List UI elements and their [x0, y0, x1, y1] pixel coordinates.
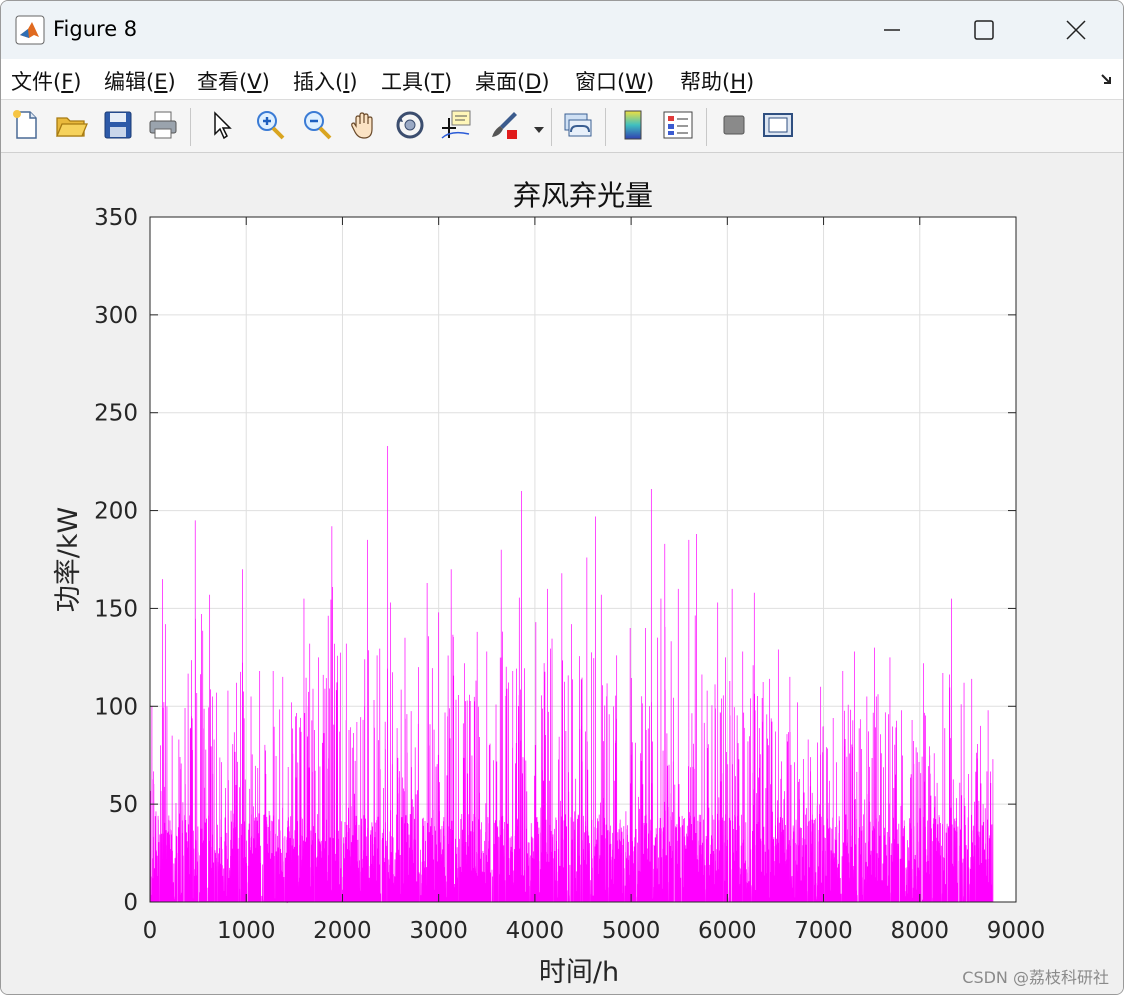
zoom-out-icon[interactable]	[300, 108, 334, 142]
minimize-button[interactable]	[845, 1, 939, 59]
x-tick-label: 6000	[698, 918, 757, 944]
print-icon[interactable]	[146, 108, 180, 142]
legend-icon[interactable]	[661, 108, 695, 142]
link-plot-icon[interactable]	[561, 108, 595, 142]
y-tick-label: 0	[123, 890, 138, 916]
menu-insert[interactable]: 插入(I)	[293, 66, 358, 96]
minimize-icon	[884, 29, 900, 31]
y-tick-label: 250	[94, 401, 138, 427]
x-tick-label: 7000	[794, 918, 853, 944]
y-axis-label: 功率/kW	[53, 507, 84, 612]
x-tick-label: 9000	[987, 918, 1046, 944]
x-tick-label: 8000	[891, 918, 950, 944]
menu-desktop[interactable]: 桌面(D)	[475, 66, 550, 96]
y-tick-label: 350	[94, 205, 138, 231]
x-tick-label: 4000	[506, 918, 565, 944]
figure-window: Figure 8 文件(F) 编辑(E) 查看(V) 插入(I) 工具(T) 桌…	[0, 0, 1124, 995]
maximize-icon	[974, 20, 994, 40]
menu-bar: 文件(F) 编辑(E) 查看(V) 插入(I) 工具(T) 桌面(D) 窗口(W…	[1, 59, 1123, 100]
figure-toolbar	[1, 100, 1123, 153]
matlab-logo-icon	[15, 15, 45, 45]
data-cursor-icon[interactable]	[439, 108, 473, 142]
menu-tools[interactable]: 工具(T)	[381, 66, 452, 96]
title-bar: Figure 8	[1, 1, 1123, 59]
zoom-in-icon[interactable]	[253, 108, 287, 142]
pan-icon[interactable]	[347, 108, 381, 142]
y-tick-label: 300	[94, 303, 138, 329]
toolbar-separator	[706, 108, 707, 146]
y-tick-label: 150	[94, 596, 138, 622]
new-figure-icon[interactable]	[9, 108, 43, 142]
open-file-icon[interactable]	[54, 108, 88, 142]
menu-file[interactable]: 文件(F)	[11, 66, 82, 96]
figure-canvas: 0 1000 2000 3000 4000 5000 6000 7000 8000 9000 0 50…	[1, 153, 1123, 994]
save-icon[interactable]	[101, 108, 135, 142]
chart-svg[interactable]: 0 1000 2000 3000 4000 5000 6000 7000 8000 9000 0 50…	[1, 153, 1123, 994]
close-button[interactable]	[1029, 1, 1123, 59]
toolbar-separator	[551, 108, 552, 146]
menu-help[interactable]: 帮助(H)	[680, 66, 754, 96]
toolbar-separator	[190, 108, 191, 146]
brush-icon[interactable]	[487, 108, 521, 142]
x-axis-label: 时间/h	[539, 957, 619, 988]
x-tick-label: 0	[143, 918, 158, 944]
x-tick-label: 3000	[409, 918, 468, 944]
dock-arrow-icon[interactable]	[1099, 71, 1115, 91]
pointer-icon[interactable]	[204, 108, 238, 142]
y-tick-label: 100	[94, 694, 138, 720]
toolbar-separator	[605, 108, 606, 146]
x-tick-label: 1000	[217, 918, 276, 944]
close-icon	[1066, 20, 1086, 40]
show-plot-tools-icon[interactable]	[761, 108, 795, 142]
menu-window[interactable]: 窗口(W)	[575, 66, 654, 96]
watermark-text: CSDN @荔枝科研社	[962, 968, 1109, 987]
rotate-3d-icon[interactable]	[393, 108, 427, 142]
brush-dropdown-icon[interactable]	[533, 120, 545, 139]
menu-view[interactable]: 查看(V)	[197, 66, 270, 96]
window-title: Figure 8	[53, 17, 138, 41]
x-tick-label: 2000	[313, 918, 372, 944]
colorbar-icon[interactable]	[616, 108, 650, 142]
maximize-button[interactable]	[937, 1, 1031, 59]
y-tick-label: 200	[94, 499, 138, 525]
y-tick-label: 50	[109, 792, 138, 818]
x-tick-label: 5000	[602, 918, 661, 944]
hide-plot-tools-icon[interactable]	[717, 108, 751, 142]
chart-title: 弃风弃光量	[513, 179, 653, 212]
menu-edit[interactable]: 编辑(E)	[104, 66, 176, 96]
